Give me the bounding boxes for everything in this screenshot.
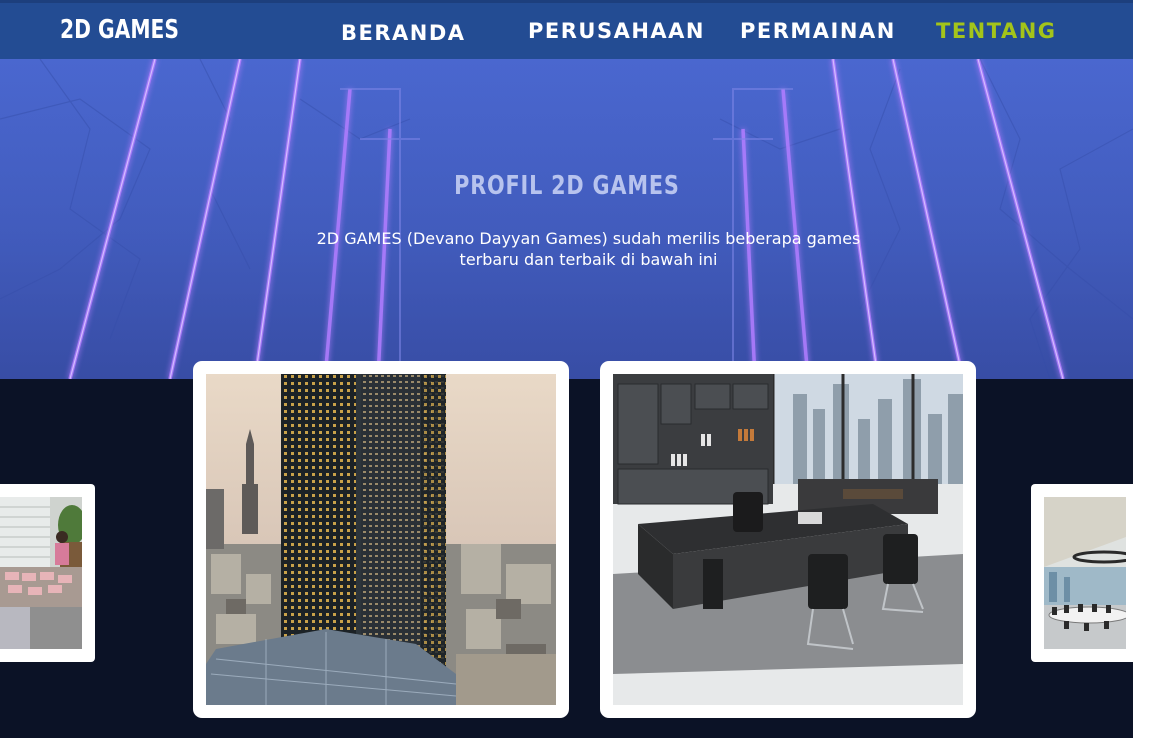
hero-neon-background [0, 59, 1133, 379]
page: 2D GAMES BERANDA PERUSAHAAN PERMAINAN TE… [0, 0, 1133, 738]
executive-office-photo [613, 374, 963, 705]
office-workspace-photo [0, 497, 82, 649]
nav-link-beranda[interactable]: BERANDA [341, 21, 466, 45]
conference-room-photo [1044, 497, 1126, 649]
nav-link-tentang[interactable]: TENTANG [936, 19, 1057, 43]
gallery-card-office[interactable] [600, 361, 976, 718]
hero-description: 2D GAMES (Devano Dayyan Games) sudah mer… [316, 229, 861, 269]
gallery-card-right[interactable] [1031, 484, 1133, 662]
hero-title: PROFIL 2D GAMES [0, 171, 1133, 201]
hero-section: PROFIL 2D GAMES 2D GAMES (Devano Dayyan … [0, 59, 1133, 379]
site-logo[interactable]: 2D GAMES [60, 15, 179, 45]
nav-link-permainan[interactable]: PERMAINAN [740, 19, 896, 43]
skyscraper-towers-photo [206, 374, 556, 705]
gallery-card-left[interactable] [0, 484, 95, 662]
gallery-card-skyscraper[interactable] [193, 361, 569, 718]
navbar: 2D GAMES BERANDA PERUSAHAAN PERMAINAN TE… [0, 0, 1133, 59]
nav-link-perusahaan[interactable]: PERUSAHAAN [528, 19, 705, 43]
hero-title-text: PROFIL 2D GAMES [453, 171, 680, 201]
